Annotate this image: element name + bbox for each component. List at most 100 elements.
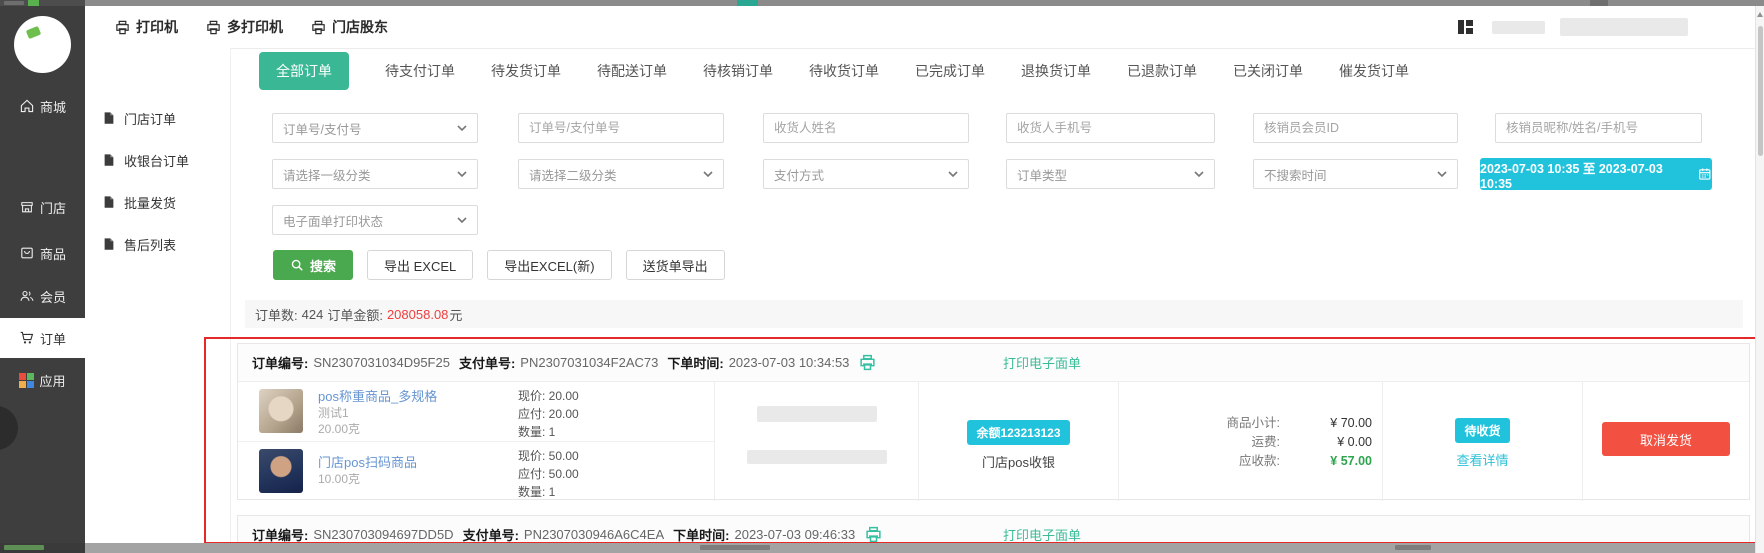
sidebar-item-orders[interactable]: 订单 [0,318,85,358]
sidebar-item-members[interactable]: 会员 [0,282,85,310]
order-amount-unit: 元 [449,305,462,324]
order-status-tabs: 全部订单 待支付订单 待发货订单 待配送订单 待核销订单 待收货订单 已完成订单… [259,52,1409,90]
order-totals-column: 商品小计: ¥ 70.00 运费: ¥ 0.00 应收款: ¥ 57.00 [1118,382,1382,501]
order-amount-label: 订单金额: [327,305,383,324]
tab-completed[interactable]: 已完成订单 [915,61,985,81]
chevron-down-icon [1437,171,1447,177]
tab-pending-delivery[interactable]: 待配送订单 [597,61,667,81]
vertical-scrollbar[interactable] [1755,6,1764,553]
order-time-value: 2023-07-03 10:34:53 [729,355,850,370]
product-quantity: 数量: 1 [518,423,579,441]
redacted-customer-name [757,406,877,422]
verifier-id-input[interactable] [1253,113,1458,143]
eorder-print-status-select[interactable]: 电子面单打印状态 [272,205,478,235]
order-summary-bar: 订单数: 424 订单金额: 208058.08 元 [245,300,1743,328]
verifier-name-input[interactable] [1495,113,1702,143]
product-prices: 现价: 50.00 应付: 50.00 数量: 1 [518,447,579,501]
filter-action-row: 搜索 导出 EXCEL 导出EXCEL(新) 送货单导出 [273,250,725,280]
category2-select[interactable]: 请选择二级分类 [518,159,724,189]
receivable-label: 应收款: [1119,452,1280,471]
sidebar-item-label: 商品 [40,244,66,263]
sidebar-item-mall[interactable]: 商城 [0,92,85,120]
product-spec: 10.00克 [318,471,508,487]
tab-closed[interactable]: 已关闭订单 [1233,61,1303,81]
tab-pending-verification[interactable]: 待核销订单 [703,61,773,81]
pay-no-label: 支付单号: [463,525,519,544]
order-time-value: 2023-07-03 09:46:33 [734,527,855,542]
export-excel-button[interactable]: 导出 EXCEL [367,250,473,280]
product-title-link[interactable]: pos称重商品_多规格 [318,388,508,405]
tab-returns[interactable]: 退换货订单 [1021,61,1091,81]
tab-pending-shipment[interactable]: 待发货订单 [491,61,561,81]
printer-button-label: 打印机 [136,17,178,37]
view-detail-link[interactable]: 查看详情 [1383,450,1582,469]
receiver-phone-input[interactable] [1006,113,1215,143]
bottom-strip-sidebar-segment [0,543,85,553]
receiver-name-input[interactable] [763,113,969,143]
print-receipt-icon[interactable] [865,526,882,543]
delivery-export-button[interactable]: 送货单导出 [626,250,725,280]
multi-printer-button[interactable]: 多打印机 [206,17,283,37]
product-current-price: 现价: 50.00 [518,447,579,465]
order-type-select[interactable]: 订单类型 [1006,159,1215,189]
product-current-price: 现价: 20.00 [518,387,579,405]
order-management-page: 商城 门店 商品 会员 订单 应用 打印机 [0,0,1764,553]
cart-icon [19,330,35,346]
select-value: 不搜索时间 [1264,165,1327,184]
export-excel-new-button[interactable]: 导出EXCEL(新) [487,250,611,280]
order-number-input[interactable] [518,113,724,143]
tab-pending-receipt[interactable]: 待收货订单 [809,61,879,81]
document-icon [102,111,116,125]
date-range-button[interactable]: 2023-07-03 10:35 至 2023-07-03 10:35 [1480,158,1712,190]
scrollbar-thumb[interactable] [1758,26,1763,156]
tab-all-orders[interactable]: 全部订单 [259,52,349,90]
chevron-down-icon [457,125,467,131]
sidebar-item-store[interactable]: 门店 [0,193,85,221]
redacted-account-info [1560,18,1688,36]
dashboard-grid-icon[interactable] [1458,20,1473,34]
topbar-actions: 打印机 多打印机 门店股东 [115,6,388,48]
tab-refunded[interactable]: 已退款订单 [1127,61,1197,81]
chevron-down-icon [457,217,467,223]
printer-button[interactable]: 打印机 [115,17,178,37]
totals-row: 商品小计: ¥ 70.00 [1119,414,1382,433]
submenu-item-aftersales-list[interactable]: 售后列表 [102,232,176,256]
submenu-item-cashier-orders[interactable]: 收银台订单 [102,148,189,172]
sidebar-item-apps[interactable]: 应用 [0,366,85,394]
main-sidebar: 商城 门店 商品 会员 订单 应用 [0,6,85,553]
multi-printer-button-label: 多打印机 [227,17,283,37]
submenu-item-label: 收银台订单 [124,151,189,170]
pay-no-label: 支付单号: [459,353,515,372]
scrollbar-up-arrow[interactable] [1757,12,1763,17]
sidebar-item-label: 会员 [40,287,66,306]
time-mode-select[interactable]: 不搜索时间 [1253,159,1458,189]
order-amount-value: 208058.08 [387,307,448,322]
order-field-select[interactable]: 订单号/支付号 [272,113,478,143]
topbar: 打印机 多打印机 门店股东 [85,6,1764,49]
select-value: 请选择二级分类 [529,165,617,184]
search-button[interactable]: 搜索 [273,250,353,280]
order-no-value: SN230703094697DD5D [313,527,453,542]
submenu-item-batch-shipping[interactable]: 批量发货 [102,190,176,214]
sidebar-item-label: 门店 [40,198,66,217]
search-icon [290,258,304,272]
tab-urge-shipment[interactable]: 催发货订单 [1339,61,1409,81]
store-shareholder-button[interactable]: 门店股东 [311,17,388,37]
product-info: 门店pos扫码商品 10.00克 [318,454,508,487]
submenu-item-store-orders[interactable]: 门店订单 [102,106,176,130]
tab-pending-payment[interactable]: 待支付订单 [385,61,455,81]
order-payment-column: 余额123213123 门店pos收银 [918,382,1118,501]
order-time-label: 下单时间: [673,525,729,544]
avatar[interactable] [14,16,71,73]
order-products-column: pos称重商品_多规格 测试1 20.00克 现价: 20.00 应付: 20.… [238,382,714,501]
order-status-column: 待收货 查看详情 [1382,382,1582,501]
product-title-link[interactable]: 门店pos扫码商品 [318,454,508,471]
export-excel-new-label: 导出EXCEL(新) [504,256,594,275]
print-eorder-link[interactable]: 打印电子面单 [1003,344,1081,381]
pay-method-select[interactable]: 支付方式 [763,159,969,189]
redacted-username [1492,21,1545,34]
print-receipt-icon[interactable] [859,354,876,371]
cancel-shipment-button[interactable]: 取消发货 [1602,422,1730,456]
category1-select[interactable]: 请选择一级分类 [272,159,478,189]
sidebar-item-products[interactable]: 商品 [0,239,85,267]
